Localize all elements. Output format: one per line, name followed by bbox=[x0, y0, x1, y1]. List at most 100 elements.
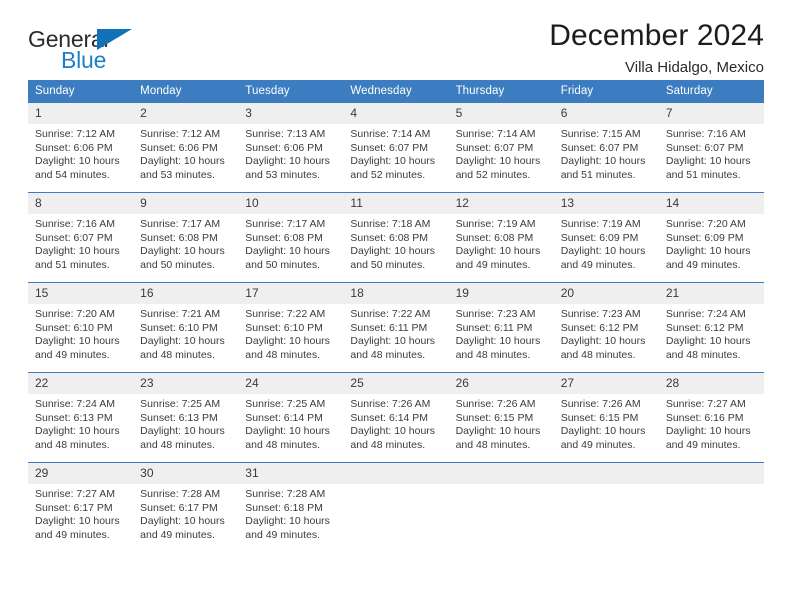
day-cell[interactable]: 13 Sunrise: 7:19 AM Sunset: 6:09 PM Dayl… bbox=[553, 192, 659, 283]
sunrise-text: Sunrise: 7:26 AM bbox=[455, 398, 536, 410]
daylight-text-line2: and 49 minutes. bbox=[35, 528, 110, 541]
sunrise-text: Sunrise: 7:23 AM bbox=[560, 308, 641, 320]
day-cell[interactable]: 10 Sunrise: 7:17 AM Sunset: 6:08 PM Dayl… bbox=[238, 192, 344, 283]
sunset-text: Sunset: 6:08 PM bbox=[140, 231, 218, 244]
brand-logo[interactable]: General Blue bbox=[28, 26, 168, 74]
weekday-header-thursday: Thursday bbox=[448, 80, 554, 103]
day-cell[interactable]: 14 Sunrise: 7:20 AM Sunset: 6:09 PM Dayl… bbox=[658, 192, 764, 283]
day-cell[interactable]: 12 Sunrise: 7:19 AM Sunset: 6:08 PM Dayl… bbox=[448, 192, 554, 283]
daylight-text-line2: and 49 minutes. bbox=[665, 258, 741, 271]
day-number: 30 bbox=[133, 463, 239, 484]
daylight-text-line2: and 53 minutes. bbox=[245, 168, 320, 181]
sunset-text: Sunset: 6:08 PM bbox=[350, 231, 429, 244]
day-cell[interactable]: 2 Sunrise: 7:12 AM Sunset: 6:06 PM Dayli… bbox=[133, 102, 239, 193]
sunrise-text: Sunrise: 7:13 AM bbox=[245, 128, 326, 140]
sunset-text: Sunset: 6:11 PM bbox=[455, 321, 533, 334]
sunrise-text: Sunrise: 7:12 AM bbox=[35, 128, 115, 140]
day-cell[interactable]: 8 Sunrise: 7:16 AM Sunset: 6:07 PM Dayli… bbox=[28, 192, 134, 283]
location-subtitle: Villa Hidalgo, Mexico bbox=[625, 59, 764, 76]
day-cell[interactable]: 16 Sunrise: 7:21 AM Sunset: 6:10 PM Dayl… bbox=[133, 282, 239, 373]
daylight-text-line2: and 51 minutes. bbox=[35, 258, 110, 271]
day-details: Sunrise: 7:25 AM Sunset: 6:14 PM Dayligh… bbox=[238, 394, 343, 452]
day-cell[interactable]: 7 Sunrise: 7:16 AM Sunset: 6:07 PM Dayli… bbox=[658, 102, 764, 193]
day-details: Sunrise: 7:19 AM Sunset: 6:08 PM Dayligh… bbox=[449, 214, 554, 272]
day-details: Sunrise: 7:14 AM Sunset: 6:07 PM Dayligh… bbox=[343, 124, 448, 182]
day-number: 24 bbox=[238, 373, 344, 394]
day-details: Sunrise: 7:23 AM Sunset: 6:12 PM Dayligh… bbox=[554, 304, 659, 362]
day-cell[interactable]: 6 Sunrise: 7:15 AM Sunset: 6:07 PM Dayli… bbox=[553, 102, 659, 193]
day-cell[interactable]: 11 Sunrise: 7:18 AM Sunset: 6:08 PM Dayl… bbox=[343, 192, 449, 283]
day-number: 23 bbox=[133, 373, 239, 394]
day-cell[interactable]: 4 Sunrise: 7:14 AM Sunset: 6:07 PM Dayli… bbox=[343, 102, 449, 193]
day-cell[interactable]: 31 Sunrise: 7:28 AM Sunset: 6:18 PM Dayl… bbox=[238, 462, 344, 553]
daylight-text-line1: Daylight: 10 hours bbox=[560, 245, 646, 258]
calendar-week-row: 29 Sunrise: 7:27 AM Sunset: 6:17 PM Dayl… bbox=[28, 462, 764, 553]
daylight-text-line2: and 48 minutes. bbox=[140, 438, 215, 451]
day-number bbox=[658, 463, 764, 484]
daylight-text-line1: Daylight: 10 hours bbox=[35, 515, 120, 528]
day-cell[interactable]: 17 Sunrise: 7:22 AM Sunset: 6:10 PM Dayl… bbox=[238, 282, 344, 373]
daylight-text-line1: Daylight: 10 hours bbox=[350, 425, 436, 438]
day-number bbox=[448, 463, 554, 484]
day-number: 12 bbox=[448, 193, 554, 214]
daylight-text-line2: and 48 minutes. bbox=[455, 348, 531, 361]
day-cell[interactable]: 18 Sunrise: 7:22 AM Sunset: 6:11 PM Dayl… bbox=[343, 282, 449, 373]
daylight-text-line1: Daylight: 10 hours bbox=[350, 155, 436, 168]
daylight-text-line2: and 52 minutes. bbox=[455, 168, 531, 181]
day-cell[interactable]: 29 Sunrise: 7:27 AM Sunset: 6:17 PM Dayl… bbox=[28, 462, 134, 553]
day-cell[interactable]: 30 Sunrise: 7:28 AM Sunset: 6:17 PM Dayl… bbox=[133, 462, 239, 553]
daylight-text-line1: Daylight: 10 hours bbox=[140, 515, 225, 528]
sunset-text: Sunset: 6:10 PM bbox=[140, 321, 218, 334]
daylight-text-line2: and 48 minutes. bbox=[665, 348, 741, 361]
daylight-text-line1: Daylight: 10 hours bbox=[140, 245, 225, 258]
daylight-text-line1: Daylight: 10 hours bbox=[665, 335, 751, 348]
daylight-text-line2: and 54 minutes. bbox=[35, 168, 110, 181]
day-cell[interactable]: 3 Sunrise: 7:13 AM Sunset: 6:06 PM Dayli… bbox=[238, 102, 344, 193]
day-details: Sunrise: 7:19 AM Sunset: 6:09 PM Dayligh… bbox=[554, 214, 659, 272]
day-cell[interactable]: 21 Sunrise: 7:24 AM Sunset: 6:12 PM Dayl… bbox=[658, 282, 764, 373]
sunrise-text: Sunrise: 7:14 AM bbox=[350, 128, 431, 140]
day-cell[interactable]: 24 Sunrise: 7:25 AM Sunset: 6:14 PM Dayl… bbox=[238, 372, 344, 463]
day-cell[interactable]: 19 Sunrise: 7:23 AM Sunset: 6:11 PM Dayl… bbox=[448, 282, 554, 373]
day-details: Sunrise: 7:28 AM Sunset: 6:18 PM Dayligh… bbox=[238, 484, 343, 542]
daylight-text-line1: Daylight: 10 hours bbox=[245, 335, 330, 348]
day-cell[interactable]: 20 Sunrise: 7:23 AM Sunset: 6:12 PM Dayl… bbox=[553, 282, 659, 373]
day-cell[interactable]: 9 Sunrise: 7:17 AM Sunset: 6:08 PM Dayli… bbox=[133, 192, 239, 283]
day-cell[interactable]: 25 Sunrise: 7:26 AM Sunset: 6:14 PM Dayl… bbox=[343, 372, 449, 463]
day-cell[interactable]: 1 Sunrise: 7:12 AM Sunset: 6:06 PM Dayli… bbox=[28, 102, 134, 193]
day-details: Sunrise: 7:27 AM Sunset: 6:16 PM Dayligh… bbox=[659, 394, 764, 452]
daylight-text-line1: Daylight: 10 hours bbox=[350, 335, 436, 348]
day-cell[interactable]: 5 Sunrise: 7:14 AM Sunset: 6:07 PM Dayli… bbox=[448, 102, 554, 193]
day-details: Sunrise: 7:12 AM Sunset: 6:06 PM Dayligh… bbox=[133, 124, 238, 182]
day-cell[interactable]: 23 Sunrise: 7:25 AM Sunset: 6:13 PM Dayl… bbox=[133, 372, 239, 463]
day-details: Sunrise: 7:26 AM Sunset: 6:15 PM Dayligh… bbox=[554, 394, 659, 452]
sunset-text: Sunset: 6:13 PM bbox=[140, 411, 218, 424]
sunset-text: Sunset: 6:13 PM bbox=[35, 411, 113, 424]
day-cell[interactable]: 27 Sunrise: 7:26 AM Sunset: 6:15 PM Dayl… bbox=[553, 372, 659, 463]
daylight-text-line1: Daylight: 10 hours bbox=[455, 245, 541, 258]
sunset-text: Sunset: 6:11 PM bbox=[350, 321, 428, 334]
day-number: 7 bbox=[658, 103, 764, 124]
day-cell[interactable]: 28 Sunrise: 7:27 AM Sunset: 6:16 PM Dayl… bbox=[658, 372, 764, 463]
sunrise-text: Sunrise: 7:20 AM bbox=[35, 308, 115, 320]
day-number: 8 bbox=[28, 193, 134, 214]
day-number: 4 bbox=[343, 103, 449, 124]
daylight-text-line2: and 53 minutes. bbox=[140, 168, 215, 181]
day-cell[interactable]: 26 Sunrise: 7:26 AM Sunset: 6:15 PM Dayl… bbox=[448, 372, 554, 463]
day-number: 21 bbox=[658, 283, 764, 304]
day-number: 14 bbox=[658, 193, 764, 214]
day-number: 17 bbox=[238, 283, 344, 304]
day-cell[interactable]: 22 Sunrise: 7:24 AM Sunset: 6:13 PM Dayl… bbox=[28, 372, 134, 463]
daylight-text-line1: Daylight: 10 hours bbox=[560, 425, 646, 438]
day-number: 3 bbox=[238, 103, 344, 124]
day-details: Sunrise: 7:24 AM Sunset: 6:13 PM Dayligh… bbox=[28, 394, 133, 452]
daylight-text-line1: Daylight: 10 hours bbox=[245, 245, 330, 258]
calendar-week-row: 8 Sunrise: 7:16 AM Sunset: 6:07 PM Dayli… bbox=[28, 192, 764, 283]
day-number: 19 bbox=[448, 283, 554, 304]
day-cell[interactable]: 15 Sunrise: 7:20 AM Sunset: 6:10 PM Dayl… bbox=[28, 282, 134, 373]
daylight-text-line2: and 51 minutes. bbox=[560, 168, 636, 181]
day-details: Sunrise: 7:23 AM Sunset: 6:11 PM Dayligh… bbox=[449, 304, 554, 362]
weekday-header-sunday: Sunday bbox=[28, 80, 134, 103]
sunrise-text: Sunrise: 7:19 AM bbox=[560, 218, 641, 230]
sunrise-text: Sunrise: 7:24 AM bbox=[665, 308, 746, 320]
